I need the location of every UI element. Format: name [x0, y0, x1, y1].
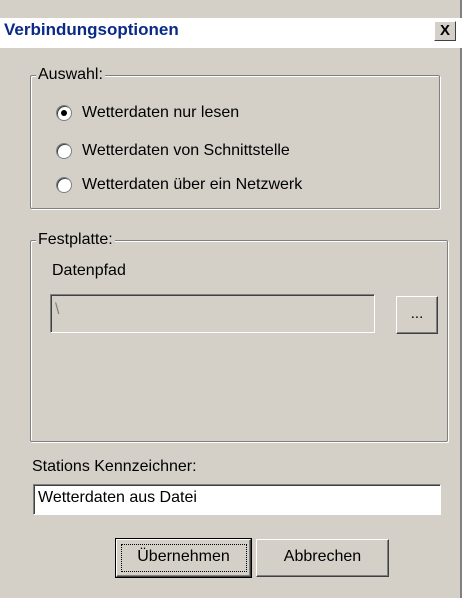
- datenpfad-input[interactable]: \: [50, 294, 375, 333]
- station-input[interactable]: Wetterdaten aus Datei: [33, 484, 441, 515]
- close-button[interactable]: X: [434, 21, 456, 41]
- datenpfad-label: Datenpfad: [52, 262, 126, 279]
- uebernehmen-button[interactable]: Übernehmen: [115, 538, 252, 578]
- window-title: Verbindungsoptionen: [4, 20, 179, 39]
- abbrechen-button[interactable]: Abbrechen: [256, 539, 389, 577]
- close-icon: X: [439, 22, 450, 39]
- radio-option-nur-lesen[interactable]: Wetterdaten nur lesen: [56, 104, 239, 122]
- auswahl-group-label: Auswahl:: [36, 66, 105, 84]
- radio-button[interactable]: [56, 177, 72, 193]
- radio-button-checked[interactable]: [56, 105, 72, 121]
- radio-label: Wetterdaten nur lesen: [82, 104, 240, 121]
- radio-label: Wetterdaten über ein Netzwerk: [82, 176, 303, 193]
- dialog-window: Verbindungsoptionen X Auswahl: Wetterdat…: [0, 0, 462, 598]
- browse-button[interactable]: ...: [396, 296, 438, 334]
- station-label: Stations Kennzeichner:: [32, 458, 197, 475]
- radio-button[interactable]: [56, 143, 72, 159]
- radio-option-schnittstelle[interactable]: Wetterdaten von Schnittstelle: [56, 142, 290, 160]
- festplatte-group-label: Festplatte:: [36, 231, 115, 249]
- radio-option-netzwerk[interactable]: Wetterdaten über ein Netzwerk: [56, 176, 302, 194]
- radio-label: Wetterdaten von Schnittstelle: [82, 142, 290, 159]
